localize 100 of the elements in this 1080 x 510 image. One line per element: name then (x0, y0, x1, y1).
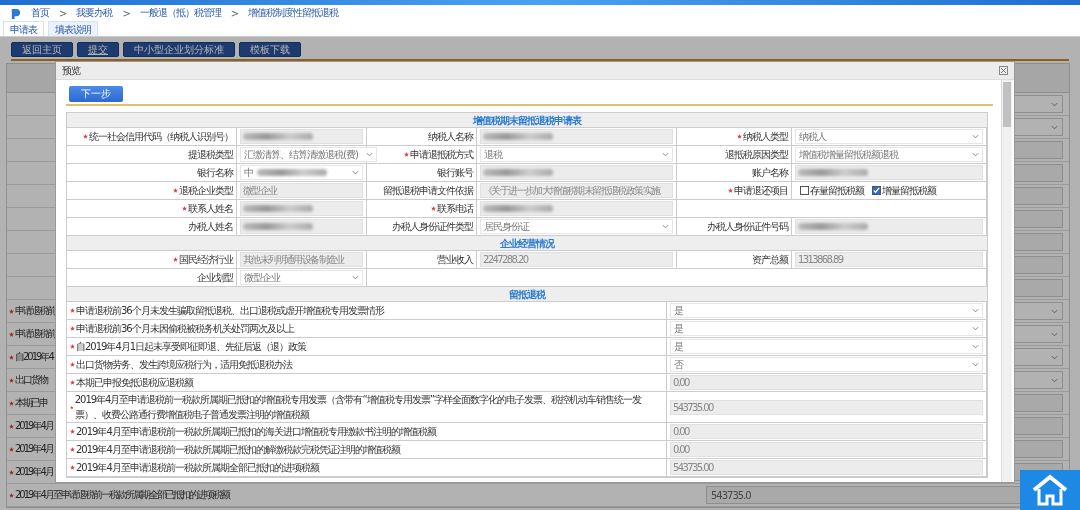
select-field[interactable]: 微型企业 (240, 270, 363, 285)
field-label: 申请退税前 (15, 327, 55, 341)
readonly-field[interactable] (795, 219, 983, 234)
breadcrumb-separator: > (230, 7, 239, 19)
readonly-field[interactable] (795, 165, 983, 180)
field-label: 2019年4月至申请退税前一税款所属期全部已抵扣的进项税额 (76, 461, 319, 475)
chevron-down-icon (972, 326, 979, 331)
chevron-down-icon (972, 344, 979, 349)
field-label: 办税人身份证件类型 (392, 220, 473, 234)
field-label: 2019年4月至申请退税前一税款所属期已抵扣的增值税专用发票（含带有“增值税专用发票”字样全面数字化的电子发票、税控机动车销售统一发票）、收费公路通行费增值税电子普通发票注明的增值税额 (74, 393, 643, 422)
select-field[interactable]: 汇缴清算、结算清缴退税(费) (240, 147, 377, 162)
checkbox-option[interactable]: 增量留抵税额 (872, 183, 936, 198)
checkbox[interactable] (800, 186, 809, 195)
chevron-down-icon (972, 134, 979, 139)
field-label: 退抵税原因类型 (725, 148, 788, 162)
field-label: 申请退还项目 (734, 184, 788, 198)
readonly-field[interactable]: 543735.00 (670, 399, 983, 415)
chevron-down-icon (352, 170, 359, 175)
chevron-down-icon (1051, 101, 1058, 107)
field-label: 提退税类型 (188, 148, 233, 162)
checkbox-option[interactable]: 存量留抵税额 (800, 183, 864, 198)
select-field[interactable]: 否 (670, 357, 983, 372)
select-field[interactable]: 退税 (480, 147, 673, 162)
scrollbar[interactable] (1001, 80, 1012, 482)
readonly-field[interactable]: 微型企业 (240, 183, 363, 198)
field-label: 国民经济行业 (179, 253, 233, 267)
field-label: 营业收入 (437, 253, 473, 267)
chevron-down-icon (1051, 377, 1058, 383)
readonly-field[interactable]: 0.00 (670, 375, 983, 390)
readonly-field[interactable] (240, 219, 363, 234)
select-field[interactable]: 是 (670, 339, 983, 354)
toolbar-button[interactable]: 模板下载 (239, 42, 301, 57)
field-label: 2019年4月 (15, 419, 53, 433)
section-title: 增值税期末留抵退税申请表 (67, 113, 987, 128)
chevron-down-icon (1051, 331, 1058, 337)
readonly-field[interactable]: 其他未列明通用设备制造业 (240, 252, 363, 267)
select-field[interactable]: 中 (240, 165, 363, 180)
section-title: 留抵退税 (67, 287, 987, 302)
field-label: 银行名称 (197, 166, 233, 180)
chevron-down-icon (662, 224, 669, 229)
field-label: 本期已申报免抵退税应退税额 (76, 376, 193, 390)
toolbar-button[interactable]: 中小型企业划分标准 (123, 42, 235, 57)
chevron-down-icon (972, 308, 979, 313)
select-field[interactable]: 是 (670, 321, 983, 336)
field-label: 办税人姓名 (188, 220, 233, 234)
next-button[interactable]: 下一步 (69, 86, 123, 102)
field-label: 统一社会信用代码（纳税人识别号） (89, 130, 233, 144)
field-label: 2019年4月至申请退税前一税款所属期已抵扣的海关进口增值税专用缴款书注明的增值税额 (76, 425, 436, 439)
readonly-field[interactable] (480, 165, 673, 180)
select-field[interactable]: 是 (670, 303, 983, 318)
chevron-down-icon (352, 275, 359, 280)
tab[interactable]: 申请表 (3, 21, 44, 36)
field-label: 企业划型 (197, 271, 233, 285)
select-field[interactable]: 纳税人 (795, 129, 983, 144)
chevron-down-icon (972, 362, 979, 367)
select-field[interactable]: 居民身份证 (480, 219, 673, 234)
toolbar-button[interactable]: 提交 (77, 42, 119, 57)
field-label: 办税人身份证件号码 (707, 220, 788, 234)
breadcrumb-link[interactable]: 一般退（抵）税管理 (139, 6, 221, 20)
readonly-field[interactable] (480, 129, 673, 144)
field-label: 2019年4月至申请退税前一税款所属期全部已抵扣的进项税额 (15, 488, 229, 502)
field-label: 自2019年4月1日起未享受即征即退、先征后返（退）政策 (76, 340, 307, 354)
readonly-field[interactable] (240, 201, 363, 216)
readonly-field[interactable]: 《关于进一步加大增值税期末留抵退税政策实施 (480, 183, 673, 198)
breadcrumb-link[interactable]: 增值税制度性留抵退税 (248, 6, 339, 20)
field-label: 申请退税前36个月未因偷税被税务机关处罚两次及以上 (76, 322, 294, 336)
readonly-field[interactable]: 0.00 (670, 442, 983, 457)
breadcrumb-link[interactable]: 我要办税 (76, 6, 113, 20)
field-label: 留抵退税申请文件依据 (383, 184, 473, 198)
chevron-down-icon (972, 152, 979, 157)
checkbox[interactable] (872, 186, 881, 195)
field-label: 资产总额 (752, 253, 788, 267)
field-label: 申请退税前 (15, 304, 55, 318)
field-label: 联系电话 (437, 202, 473, 216)
chevron-down-icon (1051, 354, 1058, 360)
readonly-field[interactable]: 543735.00 (670, 460, 983, 475)
tab[interactable]: 填表说明 (48, 21, 98, 36)
chevron-down-icon (1051, 124, 1058, 130)
breadcrumb-separator: > (122, 7, 130, 19)
field-label: 联系人姓名 (188, 202, 233, 216)
field-label: 2019年4月 (15, 465, 53, 479)
readonly-field[interactable] (480, 201, 673, 216)
breadcrumb-link[interactable]: 首页 (31, 6, 49, 20)
select-field[interactable]: 增值税增量留抵税额退税 (795, 147, 983, 162)
home-button[interactable] (1020, 470, 1080, 510)
readonly-field[interactable]: 2247288.20 (480, 252, 673, 267)
readonly-field[interactable]: 0.00 (670, 424, 983, 439)
readonly-field[interactable] (240, 129, 363, 144)
close-icon[interactable] (999, 66, 1008, 75)
breadcrumb-separator: > (59, 7, 67, 19)
logo-icon (10, 7, 21, 19)
field-label: 申请退抵税方式 (410, 148, 473, 162)
chevron-down-icon (365, 152, 373, 157)
field-label: 自2019年4 (15, 350, 53, 364)
field-label: 出口货物 (15, 373, 47, 387)
field-label: 本期已申 (15, 396, 47, 410)
readonly-field[interactable]: 1313868.89 (795, 252, 983, 267)
field-label: 银行账号 (437, 166, 473, 180)
chevron-down-icon (662, 152, 669, 157)
toolbar-button[interactable]: 返回主页 (11, 42, 73, 57)
